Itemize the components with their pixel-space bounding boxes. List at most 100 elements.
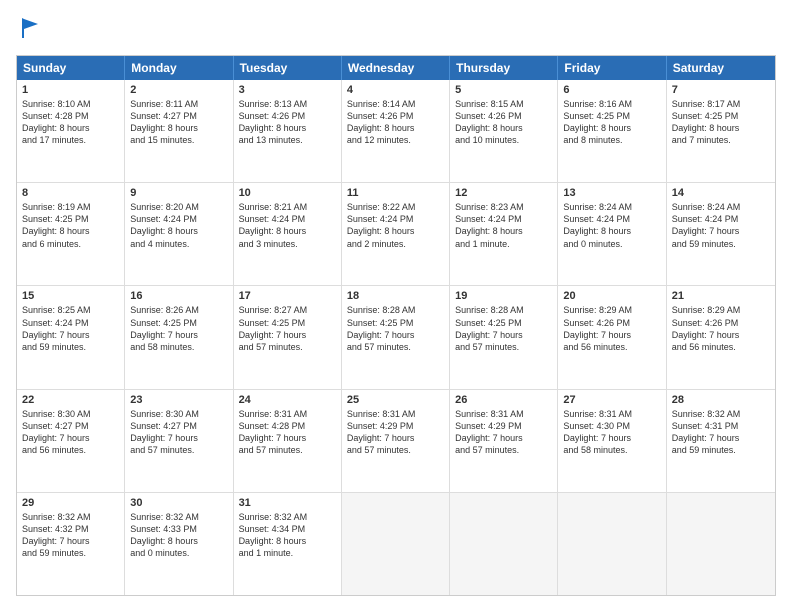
cal-cell: 1 Sunrise: 8:10 AMSunset: 4:28 PMDaylight…: [17, 80, 125, 182]
day-number: 26: [455, 394, 552, 406]
cell-info: Sunrise: 8:32 AMSunset: 4:32 PMDaylight:…: [22, 511, 119, 560]
cal-cell: 18Sunrise: 8:28 AMSunset: 4:25 PMDayligh…: [342, 286, 450, 388]
cal-cell: 20 Sunrise: 8:29 AMSunset: 4:26 PMDayligh…: [558, 286, 666, 388]
cal-cell: 31Sunrise: 8:32 AMSunset: 4:34 PMDayligh…: [234, 493, 342, 595]
day-header-tuesday: Tuesday: [234, 56, 342, 80]
cell-info: Sunrise: 8:19 AMSunset: 4:25 PMDaylight:…: [22, 201, 119, 250]
cell-info: Sunrise: 8:32 AMSunset: 4:34 PMDaylight:…: [239, 511, 336, 560]
day-number: 22: [22, 394, 119, 406]
cal-cell: 21 Sunrise: 8:29 AMSunset: 4:26 PMDayligh…: [667, 286, 775, 388]
cell-info: Sunrise: 8:29 AMSunset: 4:26 PMDaylight:…: [563, 304, 660, 353]
day-number: 23: [130, 394, 227, 406]
cell-info: Sunrise: 8:21 AMSunset: 4:24 PMDaylight:…: [239, 201, 336, 250]
cell-info: Sunrise: 8:16 AMSunset: 4:25 PMDaylight:…: [563, 98, 660, 147]
calendar-row-4: 22 Sunrise: 8:30 AMSunset: 4:27 PMDayligh…: [17, 389, 775, 492]
header: [16, 16, 776, 45]
cal-cell: 17 Sunrise: 8:27 AMSunset: 4:25 PMDayligh…: [234, 286, 342, 388]
cell-info: Sunrise: 8:15 AMSunset: 4:26 PMDaylight:…: [455, 98, 552, 147]
cell-info: Sunrise: 8:13 AMSunset: 4:26 PMDaylight:…: [239, 98, 336, 147]
day-number: 10: [239, 187, 336, 199]
day-number: 15: [22, 290, 119, 302]
cell-info: Sunrise: 8:20 AMSunset: 4:24 PMDaylight:…: [130, 201, 227, 250]
cell-info: Sunrise: 8:32 AMSunset: 4:33 PMDaylight:…: [130, 511, 227, 560]
cell-info: Sunrise: 8:31 AMSunset: 4:29 PMDaylight:…: [347, 408, 444, 457]
cal-cell: 16 Sunrise: 8:26 AMSunset: 4:25 PMDayligh…: [125, 286, 233, 388]
cal-cell: [558, 493, 666, 595]
day-header-thursday: Thursday: [450, 56, 558, 80]
cal-cell: 4Sunrise: 8:14 AMSunset: 4:26 PMDaylight…: [342, 80, 450, 182]
day-number: 1: [22, 84, 119, 96]
cell-info: Sunrise: 8:31 AMSunset: 4:28 PMDaylight:…: [239, 408, 336, 457]
day-number: 16: [130, 290, 227, 302]
cal-cell: 26 Sunrise: 8:31 AMSunset: 4:29 PMDayligh…: [450, 390, 558, 492]
calendar-body: 1 Sunrise: 8:10 AMSunset: 4:28 PMDaylight…: [17, 80, 775, 595]
day-number: 30: [130, 497, 227, 509]
day-number: 5: [455, 84, 552, 96]
page: SundayMondayTuesdayWednesdayThursdayFrid…: [0, 0, 792, 612]
day-header-friday: Friday: [558, 56, 666, 80]
cal-cell: 30 Sunrise: 8:32 AMSunset: 4:33 PMDayligh…: [125, 493, 233, 595]
calendar-row-3: 15Sunrise: 8:25 AMSunset: 4:24 PMDayligh…: [17, 285, 775, 388]
day-number: 14: [672, 187, 770, 199]
day-number: 25: [347, 394, 444, 406]
cal-cell: 23 Sunrise: 8:30 AMSunset: 4:27 PMDayligh…: [125, 390, 233, 492]
calendar-header: SundayMondayTuesdayWednesdayThursdayFrid…: [17, 56, 775, 80]
day-number: 21: [672, 290, 770, 302]
cal-cell: 12 Sunrise: 8:23 AMSunset: 4:24 PMDayligh…: [450, 183, 558, 285]
cal-cell: 29 Sunrise: 8:32 AMSunset: 4:32 PMDayligh…: [17, 493, 125, 595]
cal-cell: 28 Sunrise: 8:32 AMSunset: 4:31 PMDayligh…: [667, 390, 775, 492]
day-number: 27: [563, 394, 660, 406]
cell-info: Sunrise: 8:29 AMSunset: 4:26 PMDaylight:…: [672, 304, 770, 353]
day-number: 6: [563, 84, 660, 96]
day-header-wednesday: Wednesday: [342, 56, 450, 80]
cal-cell: 2Sunrise: 8:11 AMSunset: 4:27 PMDaylight…: [125, 80, 233, 182]
cal-cell: 22 Sunrise: 8:30 AMSunset: 4:27 PMDayligh…: [17, 390, 125, 492]
day-number: 19: [455, 290, 552, 302]
cell-info: Sunrise: 8:28 AMSunset: 4:25 PMDaylight:…: [455, 304, 552, 353]
calendar-row-1: 1 Sunrise: 8:10 AMSunset: 4:28 PMDaylight…: [17, 80, 775, 182]
day-number: 20: [563, 290, 660, 302]
cal-cell: 5 Sunrise: 8:15 AMSunset: 4:26 PMDaylight…: [450, 80, 558, 182]
cell-info: Sunrise: 8:22 AMSunset: 4:24 PMDaylight:…: [347, 201, 444, 250]
cell-info: Sunrise: 8:30 AMSunset: 4:27 PMDaylight:…: [22, 408, 119, 457]
cal-cell: 6 Sunrise: 8:16 AMSunset: 4:25 PMDaylight…: [558, 80, 666, 182]
cal-cell: [667, 493, 775, 595]
day-number: 11: [347, 187, 444, 199]
cal-cell: 27Sunrise: 8:31 AMSunset: 4:30 PMDayligh…: [558, 390, 666, 492]
cell-info: Sunrise: 8:27 AMSunset: 4:25 PMDaylight:…: [239, 304, 336, 353]
day-number: 13: [563, 187, 660, 199]
day-number: 17: [239, 290, 336, 302]
cell-info: Sunrise: 8:10 AMSunset: 4:28 PMDaylight:…: [22, 98, 119, 147]
cal-cell: [450, 493, 558, 595]
cell-info: Sunrise: 8:26 AMSunset: 4:25 PMDaylight:…: [130, 304, 227, 353]
day-number: 8: [22, 187, 119, 199]
cell-info: Sunrise: 8:24 AMSunset: 4:24 PMDaylight:…: [672, 201, 770, 250]
cal-cell: 15Sunrise: 8:25 AMSunset: 4:24 PMDayligh…: [17, 286, 125, 388]
cell-info: Sunrise: 8:28 AMSunset: 4:25 PMDaylight:…: [347, 304, 444, 353]
cell-info: Sunrise: 8:31 AMSunset: 4:29 PMDaylight:…: [455, 408, 552, 457]
cell-info: Sunrise: 8:24 AMSunset: 4:24 PMDaylight:…: [563, 201, 660, 250]
cell-info: Sunrise: 8:11 AMSunset: 4:27 PMDaylight:…: [130, 98, 227, 147]
calendar-row-2: 8 Sunrise: 8:19 AMSunset: 4:25 PMDaylight…: [17, 182, 775, 285]
cal-cell: [342, 493, 450, 595]
day-header-monday: Monday: [125, 56, 233, 80]
cal-cell: 13 Sunrise: 8:24 AMSunset: 4:24 PMDayligh…: [558, 183, 666, 285]
day-number: 28: [672, 394, 770, 406]
day-number: 3: [239, 84, 336, 96]
logo: [16, 16, 42, 45]
cell-info: Sunrise: 8:30 AMSunset: 4:27 PMDaylight:…: [130, 408, 227, 457]
cal-cell: 9 Sunrise: 8:20 AMSunset: 4:24 PMDaylight…: [125, 183, 233, 285]
cell-info: Sunrise: 8:17 AMSunset: 4:25 PMDaylight:…: [672, 98, 770, 147]
day-number: 24: [239, 394, 336, 406]
cal-cell: 10 Sunrise: 8:21 AMSunset: 4:24 PMDayligh…: [234, 183, 342, 285]
cell-info: Sunrise: 8:32 AMSunset: 4:31 PMDaylight:…: [672, 408, 770, 457]
cal-cell: 8 Sunrise: 8:19 AMSunset: 4:25 PMDaylight…: [17, 183, 125, 285]
day-number: 29: [22, 497, 119, 509]
cal-cell: 24 Sunrise: 8:31 AMSunset: 4:28 PMDayligh…: [234, 390, 342, 492]
cal-cell: 7Sunrise: 8:17 AMSunset: 4:25 PMDaylight…: [667, 80, 775, 182]
cell-info: Sunrise: 8:23 AMSunset: 4:24 PMDaylight:…: [455, 201, 552, 250]
day-number: 12: [455, 187, 552, 199]
cell-info: Sunrise: 8:14 AMSunset: 4:26 PMDaylight:…: [347, 98, 444, 147]
cal-cell: 14 Sunrise: 8:24 AMSunset: 4:24 PMDayligh…: [667, 183, 775, 285]
day-number: 9: [130, 187, 227, 199]
